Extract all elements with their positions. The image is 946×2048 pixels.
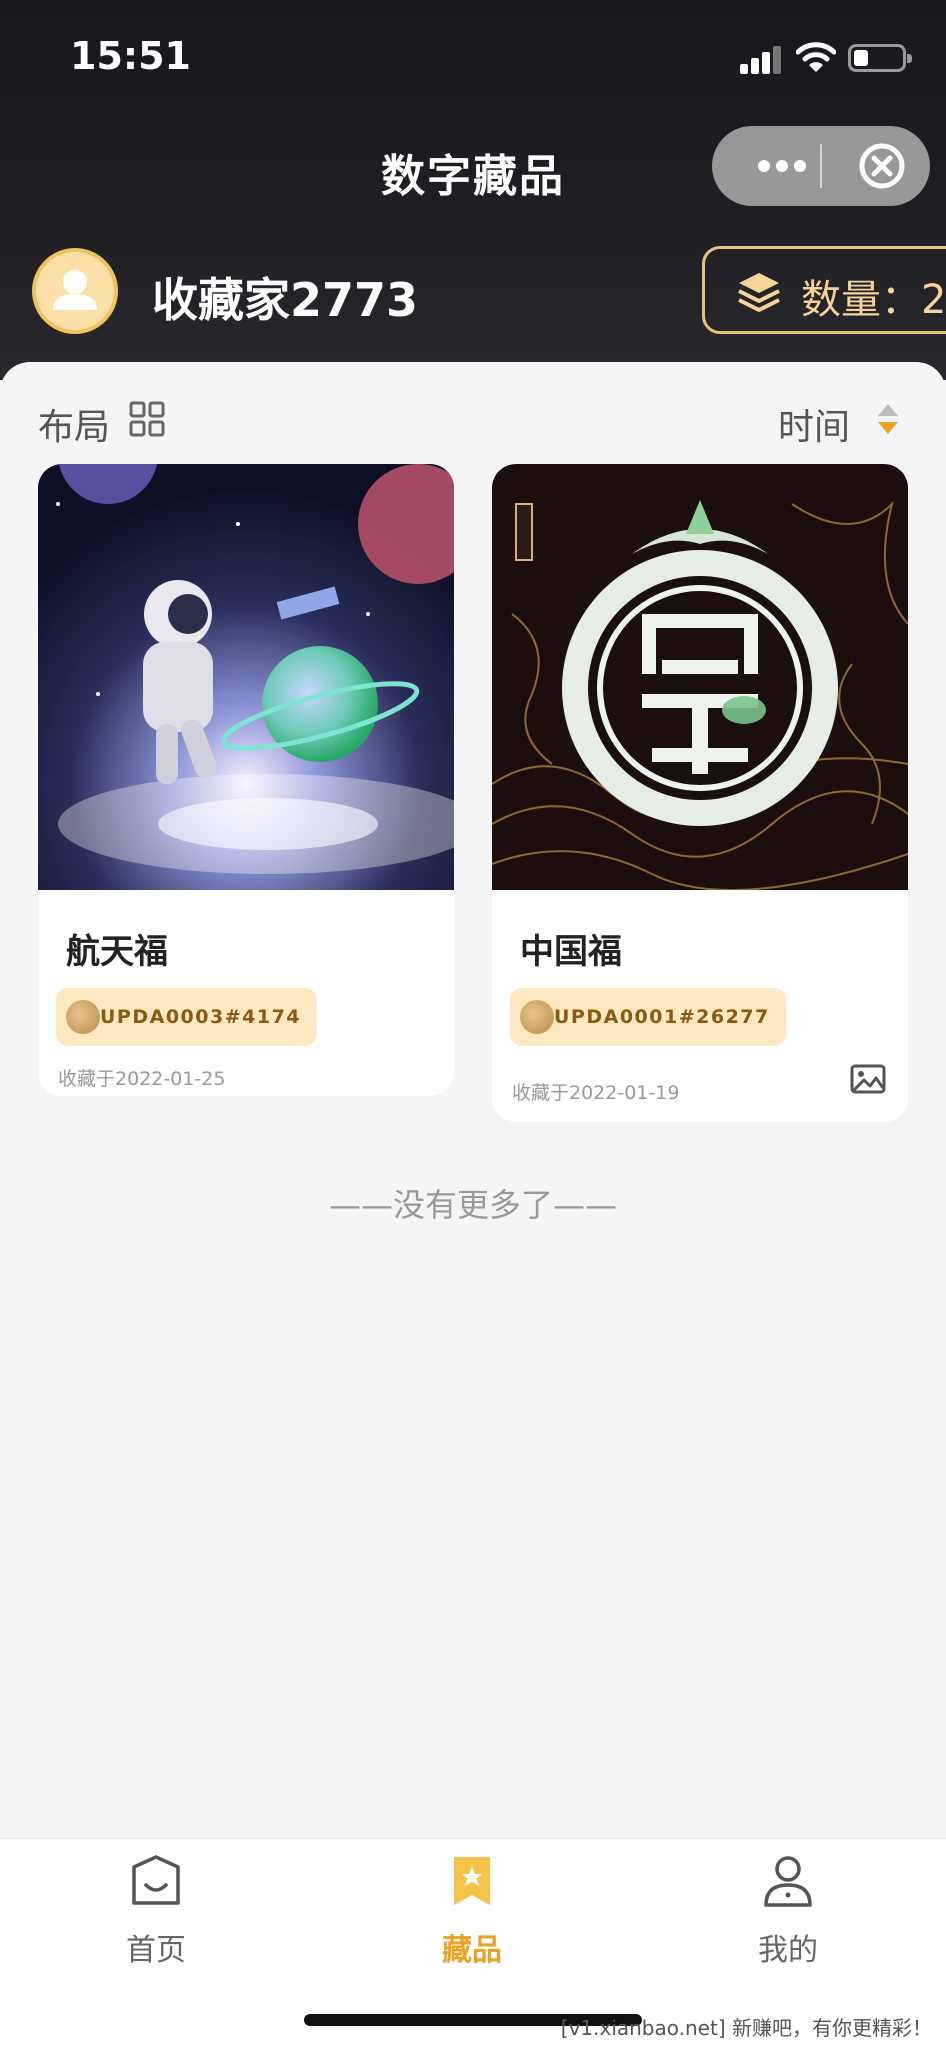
user-row: 收藏家2773 数量：2 [0, 246, 946, 340]
capsule-divider [820, 144, 822, 188]
header-area: 15:51 数字藏品 收藏家2773 数量：2 [0, 0, 946, 380]
status-bar: 15:51 [0, 0, 946, 110]
serial-badge: UPDA0001#26277 [510, 988, 786, 1046]
collectible-name: 中国福 [520, 932, 622, 972]
tab-profile[interactable]: 我的 [688, 1853, 888, 1973]
layout-toggle-label[interactable]: 布局 [38, 398, 110, 450]
collectible-card[interactable]: 航天福 UPDA0003#4174 收藏于2022-01-25 [38, 464, 454, 1096]
avatar[interactable] [32, 248, 118, 334]
tab-collection[interactable]: 藏品 [372, 1853, 572, 1973]
more-icon[interactable] [742, 126, 822, 206]
sort-icon[interactable] [876, 402, 900, 436]
username: 收藏家2773 [152, 273, 419, 327]
collected-date: 收藏于2022-01-25 [58, 1068, 226, 1090]
user-icon [53, 270, 97, 310]
serial-badge: UPDA0003#4174 [56, 988, 318, 1046]
profile-icon [764, 1856, 812, 1907]
coin-icon [66, 1000, 100, 1034]
battery-icon [848, 44, 912, 72]
toolbar: 布局 时间 [0, 362, 946, 472]
bookmark-star-icon [454, 1857, 490, 1905]
image-icon[interactable] [850, 1064, 886, 1094]
collectible-image-jade-pendant [492, 464, 908, 891]
home-icon [132, 1855, 180, 1905]
watermark-text: [v1.xianbao.net] 新赚吧，有你更精彩！ [560, 2016, 932, 2040]
content-sheet: 布局 时间 航天福 UPDA0003#4174 收藏于2022-01-25 中国… [0, 362, 946, 1840]
collected-date: 收藏于2022-01-19 [512, 1082, 680, 1104]
collectible-name: 航天福 [66, 932, 168, 972]
tab-collection-label: 藏品 [442, 1933, 502, 1968]
tab-home[interactable]: 首页 [56, 1853, 256, 1973]
tab-profile-label: 我的 [758, 1933, 818, 1968]
signal-icon [740, 44, 784, 74]
coin-icon [520, 1000, 554, 1034]
serial-number: UPDA0003#4174 [100, 1006, 302, 1028]
serial-number: UPDA0001#26277 [554, 1006, 770, 1028]
status-time: 15:51 [70, 34, 191, 78]
tab-home-label: 首页 [126, 1933, 186, 1968]
collectible-image-astronaut [38, 464, 454, 890]
end-of-list-text: ——没有更多了—— [328, 1186, 617, 1224]
collection-count: 数量：2 [801, 277, 946, 323]
close-icon[interactable] [842, 126, 922, 206]
layers-icon [738, 273, 780, 312]
collectible-card[interactable]: 中国福 UPDA0001#26277 收藏于2022-01-19 [492, 464, 908, 1122]
sort-by-time-label[interactable]: 时间 [778, 398, 850, 450]
mini-program-capsule [712, 126, 930, 206]
collection-count-box: 数量：2 [702, 246, 946, 334]
wifi-icon [796, 42, 836, 72]
grid-icon[interactable] [128, 400, 166, 438]
